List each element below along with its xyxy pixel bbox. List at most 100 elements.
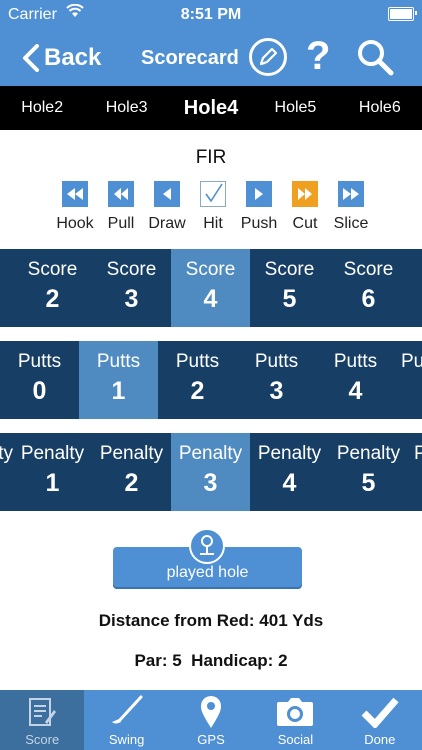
tab-hole4[interactable]: Hole4: [169, 86, 253, 130]
camera-icon: [275, 692, 315, 732]
penalty-option-label: Penalty: [0, 443, 13, 464]
penalty-option-value: 2: [124, 469, 139, 497]
penalty-selector: Penalty Penalty 1 Penalty 2 Penalty 3 Penal…: [0, 433, 422, 511]
fir-label: Cut: [292, 215, 318, 232]
penalty-option[interactable]: Penalty 1: [13, 433, 92, 511]
tab-label: Done: [364, 732, 396, 747]
putts-option-label: Putts: [17, 351, 62, 372]
score-option-selected[interactable]: Score 4: [171, 249, 250, 327]
score-selector: Score 2 Score 3 Score 4 Score 5 Score 6: [0, 249, 422, 327]
tab-done[interactable]: Done: [338, 690, 422, 750]
checkmark-icon: [361, 692, 399, 732]
par-handicap-info: Par: 5 Handicap: 2: [134, 651, 288, 670]
hole-tabs: Hole2 Hole3 Hole4 Hole5 Hole6: [0, 86, 422, 130]
battery-icon: [388, 7, 417, 21]
tab-score[interactable]: Score: [0, 690, 85, 750]
fir-option-pull[interactable]: Pull: [98, 181, 144, 233]
penalty-option-label: Penalty: [178, 443, 243, 464]
putts-option-selected[interactable]: Putts 1: [79, 341, 158, 419]
putts-option-label: Putts: [333, 351, 378, 372]
penalty-option-label: Penalty: [99, 443, 164, 464]
checkmark-icon: [200, 181, 226, 207]
map-pin-icon: [199, 692, 223, 732]
putts-option-label: Putts: [401, 351, 422, 372]
page-title: Scorecard: [141, 47, 239, 69]
penalty-option-partial[interactable]: Penalty: [408, 433, 422, 511]
fir-option-hit[interactable]: Hit: [190, 181, 236, 233]
tab-hole6[interactable]: Hole6: [338, 86, 422, 130]
score-option-value: 2: [45, 285, 60, 313]
penalty-option[interactable]: Penalty 4: [250, 433, 329, 511]
putts-option[interactable]: Putts 2: [158, 341, 237, 419]
fir-option-push[interactable]: Push: [236, 181, 282, 233]
fir-label: Draw: [148, 215, 186, 232]
back-label: Back: [44, 44, 102, 71]
score-option[interactable]: Score 3: [92, 249, 171, 327]
golf-pin-icon: [189, 528, 225, 564]
putts-option-value: 4: [348, 377, 363, 405]
status-bar: Carrier 8:51 PM: [0, 0, 422, 30]
score-option[interactable]: Score 6: [329, 249, 408, 327]
penalty-option-value: 4: [282, 469, 297, 497]
penalty-option-value: 5: [361, 469, 376, 497]
fir-option-cut[interactable]: Cut: [282, 181, 328, 233]
putts-option-value: 1: [111, 377, 126, 405]
penalty-option-label: Penalty: [336, 443, 401, 464]
score-option[interactable]: Score 5: [250, 249, 329, 327]
fir-label: Pull: [107, 215, 135, 232]
penalty-option[interactable]: Penalty 5: [329, 433, 408, 511]
fast-forward-icon: [292, 181, 318, 207]
edit-button[interactable]: [249, 38, 287, 76]
fir-title: FIR: [195, 147, 227, 168]
tab-label: GPS: [197, 732, 225, 747]
penalty-option[interactable]: Penalty 2: [92, 433, 171, 511]
tab-label: Swing: [108, 732, 145, 747]
tab-hole2[interactable]: Hole2: [0, 86, 84, 130]
right-arrow-icon: [246, 181, 272, 207]
distance-info: Distance from Red: 401 Yds: [98, 611, 324, 630]
tab-label: Score: [25, 732, 60, 747]
putts-option-label: Putts: [175, 351, 220, 372]
fir-label: Push: [240, 215, 278, 232]
putts-option[interactable]: Putts 0: [0, 341, 79, 419]
played-hole-label: played hole: [166, 564, 249, 581]
putts-option[interactable]: Putts 3: [237, 341, 316, 419]
putts-option-label: Putts: [254, 351, 299, 372]
score-option-label: Score: [185, 259, 236, 280]
fir-label: Slice: [333, 215, 369, 232]
score-option-value: 3: [124, 285, 139, 313]
bottom-tab-bar: Score Swing GPS Social Done: [0, 690, 422, 750]
score-option-label: Score: [343, 259, 394, 280]
golf-club-icon: [109, 692, 145, 732]
penalty-option-label: Penalty: [20, 443, 85, 464]
tab-label: Social: [277, 732, 314, 747]
putts-option-value: 0: [32, 377, 47, 405]
fir-option-slice[interactable]: Slice: [328, 181, 374, 233]
tab-hole5[interactable]: Hole5: [253, 86, 337, 130]
back-button[interactable]: Back: [22, 40, 101, 76]
penalty-option-partial[interactable]: Penalty: [0, 433, 13, 511]
pencil-icon: [259, 47, 278, 66]
tab-gps[interactable]: GPS: [169, 690, 253, 750]
chevron-left-icon: [23, 44, 39, 72]
search-icon[interactable]: [355, 37, 395, 82]
putts-option-value: 3: [269, 377, 284, 405]
putts-option-partial[interactable]: Putts: [395, 341, 422, 419]
double-left-icon: [62, 181, 88, 207]
penalty-option-selected[interactable]: Penalty 3: [171, 433, 250, 511]
fir-label: Hit: [203, 215, 223, 232]
fir-option-hook[interactable]: Hook: [52, 181, 98, 233]
score-option[interactable]: Score 2: [13, 249, 92, 327]
tab-social[interactable]: Social: [253, 690, 337, 750]
score-option-label: Score: [264, 259, 315, 280]
help-icon[interactable]: ?: [306, 34, 330, 79]
status-time: 8:51 PM: [180, 6, 242, 23]
penalty-option-label: Penalty: [257, 443, 322, 464]
score-option-value: 4: [203, 285, 218, 313]
tab-swing[interactable]: Swing: [84, 690, 168, 750]
putts-option[interactable]: Putts 4: [316, 341, 395, 419]
tab-hole3[interactable]: Hole3: [84, 86, 168, 130]
fir-options: Hook Pull Draw Hit Push Cut Slice: [52, 181, 374, 233]
fir-option-draw[interactable]: Draw: [144, 181, 190, 233]
score-option-value: 5: [282, 285, 297, 313]
